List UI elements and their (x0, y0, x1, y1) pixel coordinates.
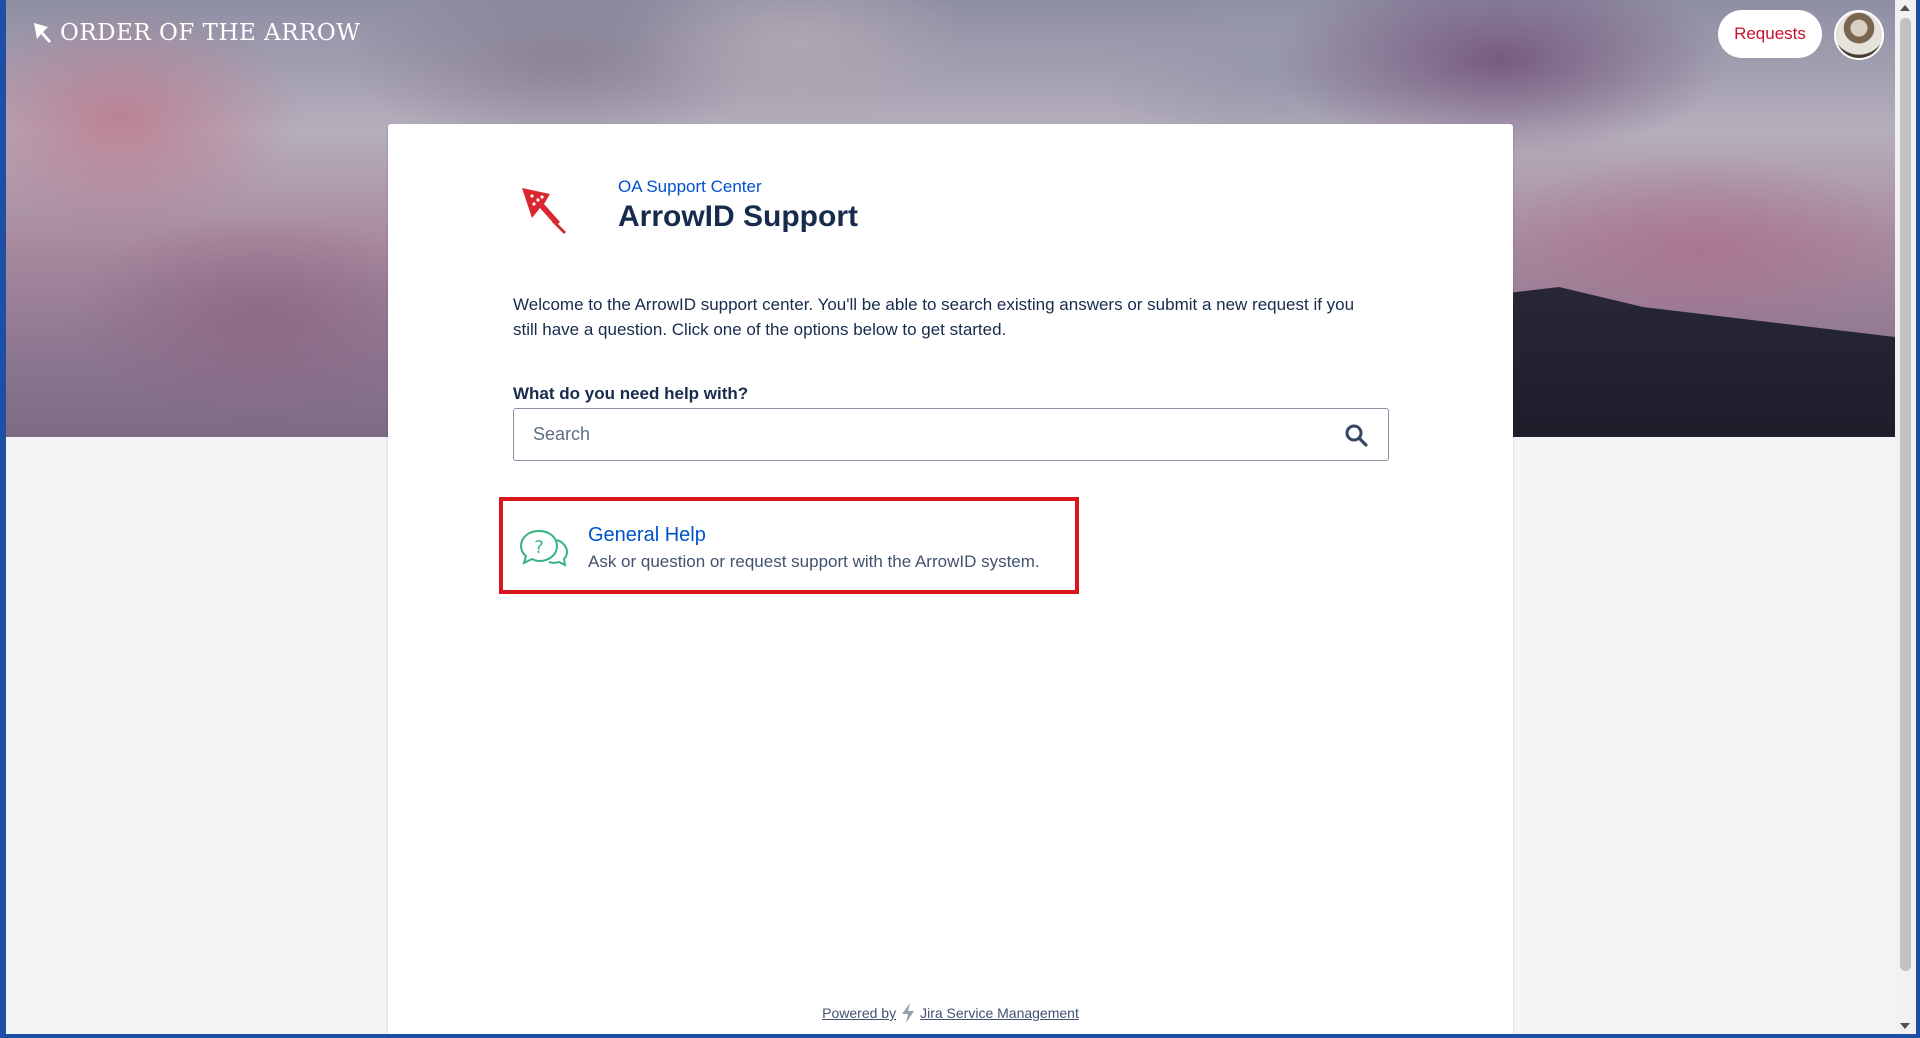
powered-by-link[interactable]: Powered by Jira Service Management (822, 1002, 1079, 1024)
powered-by-footer: Powered by Jira Service Management (388, 1002, 1513, 1024)
svg-text:?: ? (534, 537, 544, 558)
request-type-general-help[interactable]: ? General Help Ask or question or reques… (499, 497, 1079, 594)
welcome-message: Welcome to the ArrowID support center. Y… (513, 295, 1355, 339)
search-icon[interactable] (1344, 423, 1368, 447)
search-label: What do you need help with? (513, 384, 749, 403)
help-center-link[interactable]: OA Support Center (618, 177, 762, 197)
brand-name: ORDER OF THE ARROW (60, 20, 361, 46)
mountain-silhouette (1475, 287, 1895, 437)
portal-title: ArrowID Support (618, 200, 858, 233)
request-type-description: Ask or question or request support with … (588, 552, 1040, 571)
scroll-up-icon[interactable] (1900, 5, 1910, 11)
user-avatar[interactable] (1834, 10, 1884, 60)
scroll-down-icon[interactable] (1900, 1023, 1910, 1029)
portal-card: OA Support Center ArrowID Support Welcom… (388, 124, 1513, 1038)
search-box[interactable] (513, 408, 1389, 461)
scroll-thumb[interactable] (1900, 18, 1911, 971)
brand-logo[interactable]: ORDER OF THE ARROW (32, 20, 360, 46)
requests-button[interactable]: Requests (1718, 10, 1822, 58)
oa-arrowhead-logo (522, 188, 566, 234)
powered-by-text: Powered by (822, 1005, 897, 1021)
product-name: Jira Service Management (920, 1005, 1079, 1021)
jira-bolt-icon (902, 1003, 915, 1023)
page-scrollbar[interactable] (1895, 0, 1916, 1034)
arrowhead-icon (34, 23, 51, 43)
search-input[interactable] (514, 409, 1388, 460)
request-type-title[interactable]: General Help (588, 524, 706, 547)
question-chat-icon: ? (519, 529, 569, 567)
